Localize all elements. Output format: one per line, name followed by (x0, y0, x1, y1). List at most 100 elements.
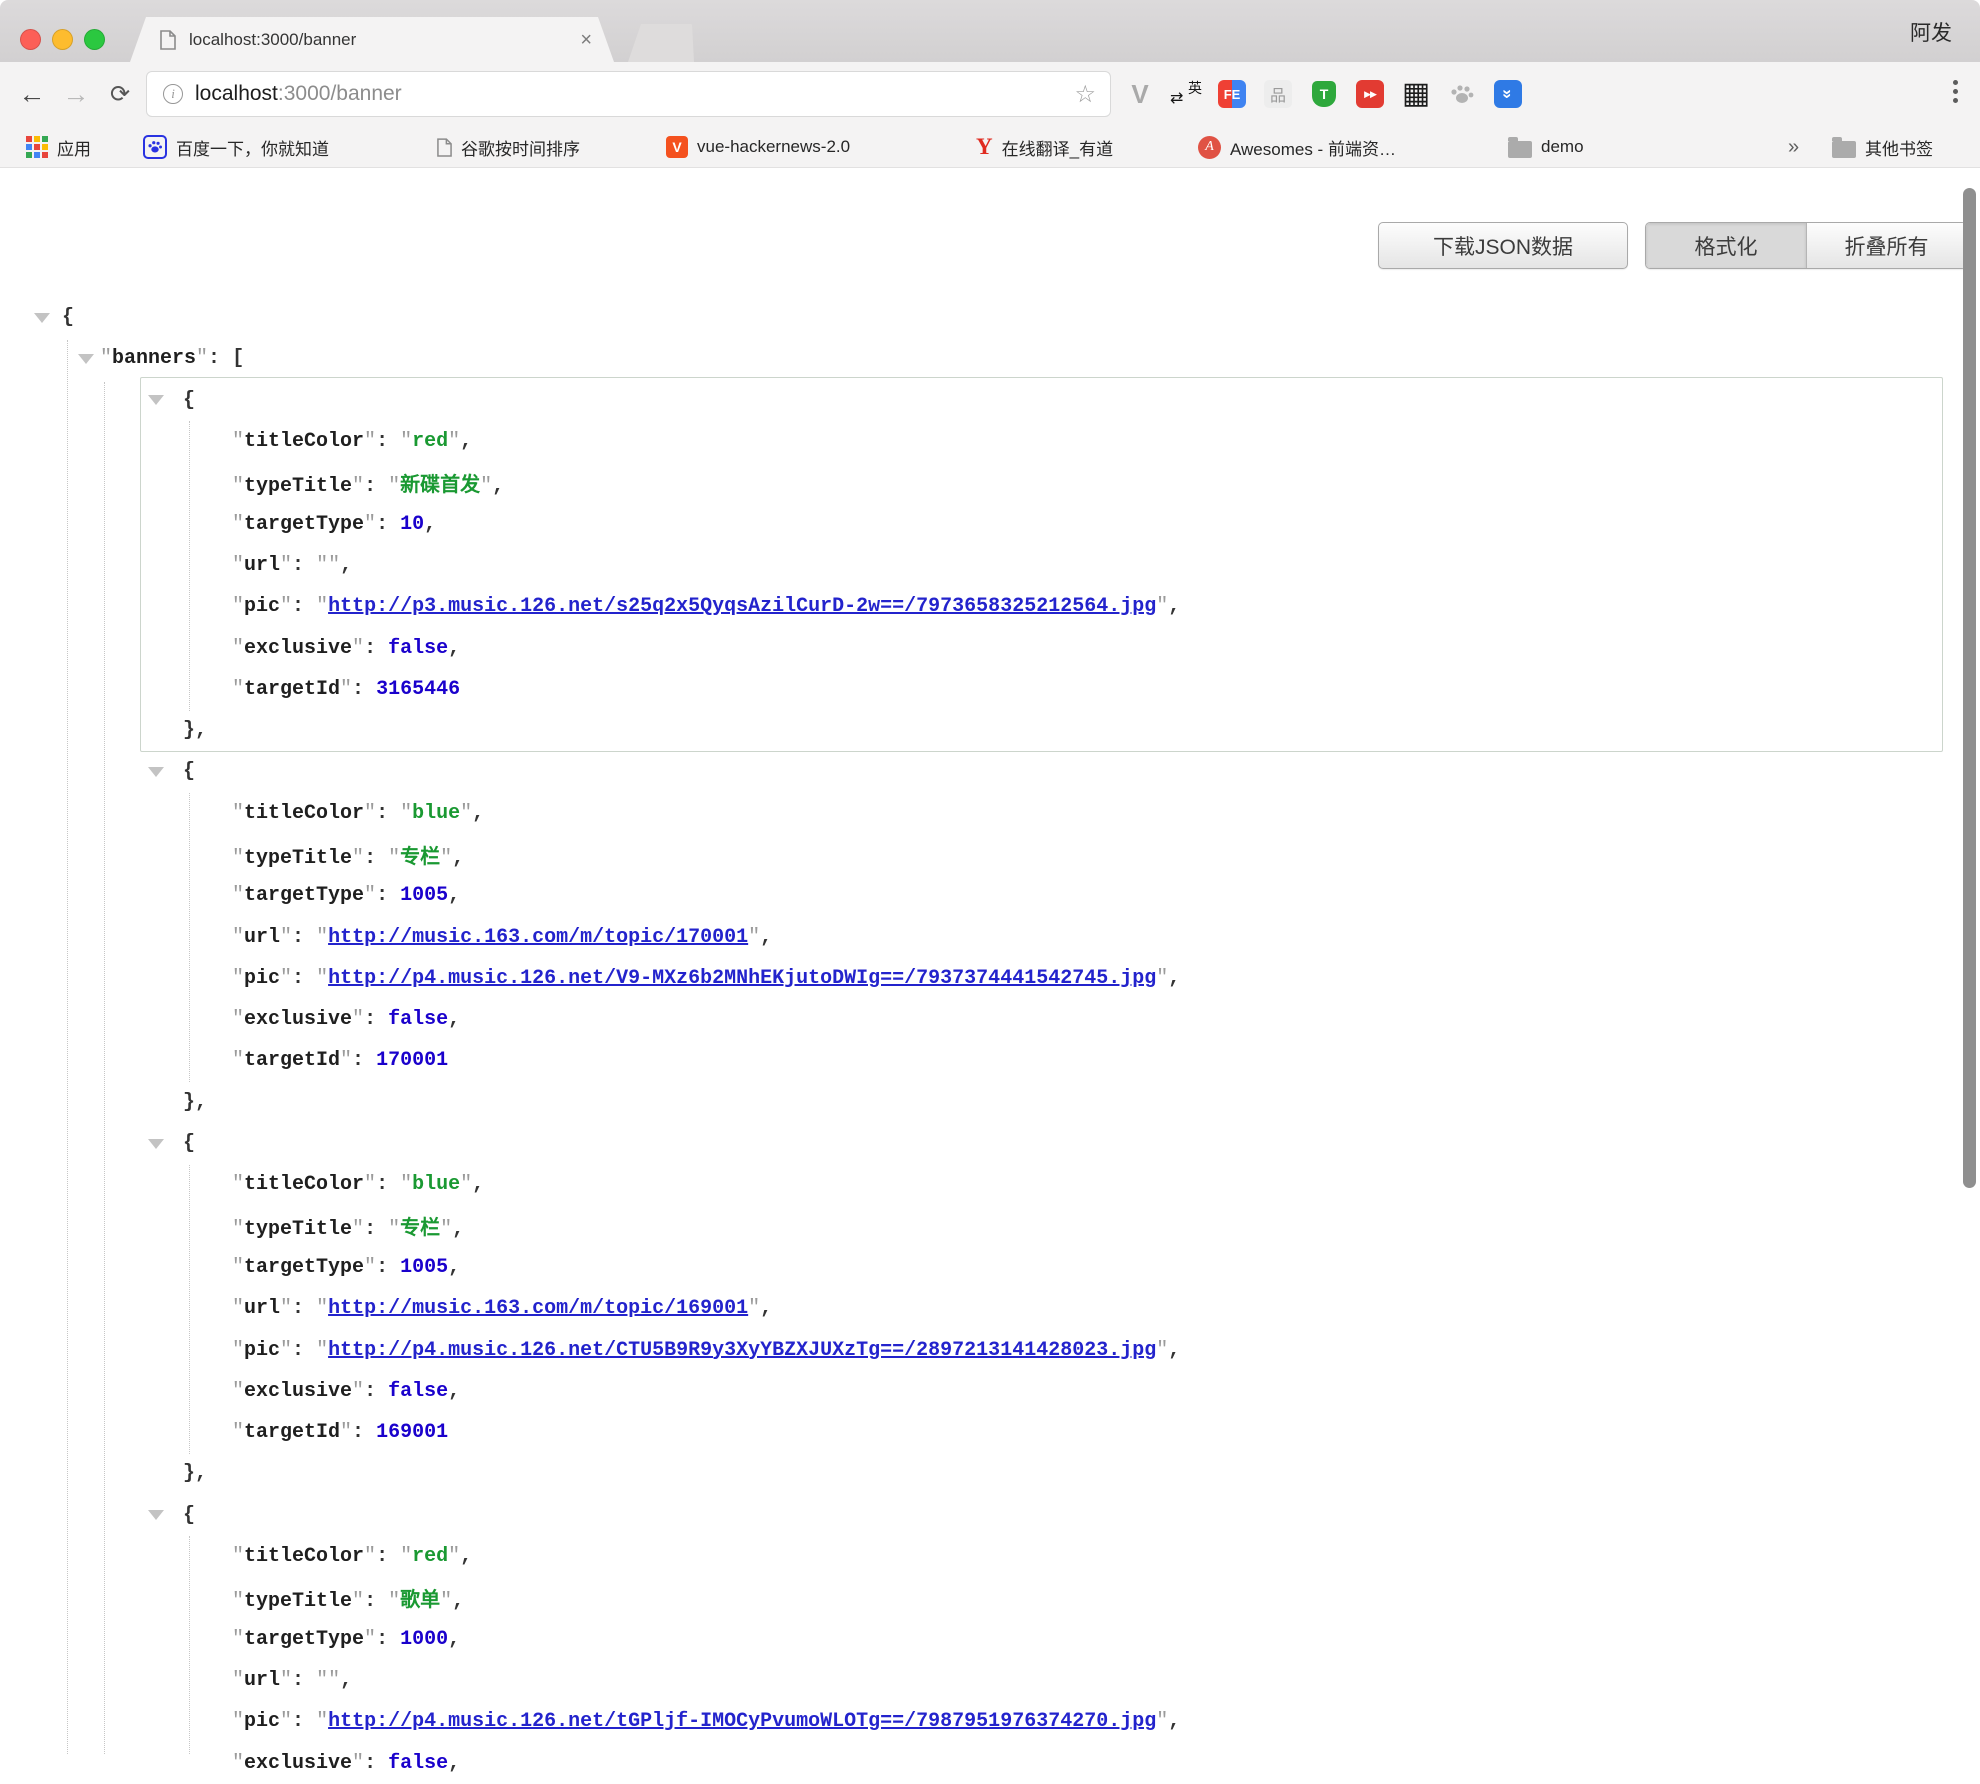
json-key: pic (244, 1339, 280, 1362)
collapse-toggle-icon[interactable] (78, 354, 94, 364)
json-key: exclusive (244, 637, 352, 660)
bookmark-apps[interactable]: 应用 (26, 126, 91, 168)
json-field-line: "titleColor": "red", (0, 421, 1960, 462)
json-key: pic (244, 967, 280, 990)
bookmark-youdao[interactable]: Y 在线翻译_有道 (976, 126, 1113, 168)
window-titlebar: localhost:3000/banner × 阿发 (0, 0, 1980, 62)
json-string-value: 专栏 (400, 1218, 440, 1241)
folder-icon (1508, 141, 1532, 158)
json-key: targetType (244, 1256, 364, 1279)
json-key: titleColor (244, 430, 364, 453)
profile-name[interactable]: 阿发 (1910, 17, 1952, 47)
bookmark-google-sort[interactable]: 谷歌按时间排序 (437, 126, 580, 168)
youdao-y-icon: Y (976, 134, 993, 160)
fast-forward-icon[interactable]: ▶▶ (1354, 78, 1386, 110)
json-number-value: 169001 (376, 1421, 448, 1444)
json-field-line: "titleColor": "blue", (0, 1164, 1960, 1205)
json-link-value[interactable]: http://p4.music.126.net/V9-MXz6b2MNhEKju… (328, 967, 1156, 990)
reload-icon[interactable]: ⟳ (100, 62, 140, 126)
json-link-value[interactable]: http://music.163.com/m/topic/169001 (328, 1297, 748, 1320)
json-root-line: { (0, 297, 1960, 338)
back-icon[interactable]: ← (12, 62, 52, 126)
tab-close-icon[interactable]: × (580, 30, 592, 50)
json-object-open-line: { (0, 1123, 1960, 1164)
json-field-line: "url": "http://music.163.com/m/topic/170… (0, 916, 1960, 957)
json-link-value[interactable]: http://p4.music.126.net/tGPljf-IMOCyPvum… (328, 1710, 1156, 1733)
json-key: url (244, 1297, 280, 1320)
bookmarks-bar: 应用 百度一下，你就知道 谷歌按时间排序 V vue-hackernews-2.… (0, 126, 1980, 168)
download-json-button[interactable]: 下载JSON数据 (1378, 222, 1628, 269)
collapse-all-button[interactable]: 折叠所有 (1806, 223, 1966, 268)
bookmark-vue-hackernews[interactable]: V vue-hackernews-2.0 (666, 126, 850, 168)
json-field-line: "targetType": 1005, (0, 875, 1960, 916)
json-key: targetId (244, 1421, 340, 1444)
youdao-translate-icon[interactable]: 英⇄ (1170, 78, 1202, 110)
json-field-line: "exclusive": false, (0, 1371, 1960, 1412)
other-bookmarks-folder[interactable]: 其他书签 (1832, 126, 1933, 168)
json-field-line: "pic": "http://p3.music.126.net/s25q2x5Q… (0, 586, 1960, 627)
json-link-value[interactable]: http://p3.music.126.net/s25q2x5QyqsAzilC… (328, 595, 1156, 618)
json-field-line: "typeTitle": "专栏", (0, 1206, 1960, 1247)
bookmark-awesomes[interactable]: A Awesomes - 前端资… (1198, 126, 1396, 168)
collapse-toggle-icon[interactable] (148, 1510, 164, 1520)
json-field-line: "pic": "http://p4.music.126.net/V9-MXz6b… (0, 958, 1960, 999)
bookmarks-overflow-chevron[interactable]: » (1788, 126, 1799, 168)
vertical-scrollbar[interactable] (1963, 188, 1976, 1188)
json-field-line: "url": "", (0, 545, 1960, 586)
browser-tab[interactable]: localhost:3000/banner × (130, 17, 614, 62)
json-key: typeTitle (244, 1218, 352, 1241)
json-field-line: "typeTitle": "新碟首发", (0, 462, 1960, 503)
json-field-line: "targetId": 170001 (0, 1040, 1960, 1081)
tampermonkey-shield-icon[interactable]: T (1308, 78, 1340, 110)
json-field-line: "exclusive": false, (0, 1742, 1960, 1783)
collapse-toggle-icon[interactable] (34, 313, 50, 323)
collapse-toggle-icon[interactable] (148, 395, 164, 405)
bookmark-star-icon[interactable]: ☆ (1074, 80, 1096, 109)
json-field-line: "targetType": 10, (0, 503, 1960, 544)
blue-chevron-icon[interactable]: » (1492, 78, 1524, 110)
json-key: titleColor (244, 1545, 364, 1568)
json-link-value[interactable]: http://music.163.com/m/topic/170001 (328, 926, 748, 949)
json-object-open-line: { (0, 1495, 1960, 1536)
json-key: typeTitle (244, 475, 352, 498)
browser-toolbar: ← → ⟳ i localhost:3000/banner ☆ V 英⇄ FE … (0, 62, 1980, 126)
minimize-window-button[interactable] (52, 29, 73, 50)
info-icon[interactable]: i (163, 84, 183, 104)
json-number-value: 10 (400, 513, 424, 536)
sitemap-icon[interactable]: 品 (1262, 78, 1294, 110)
json-key: targetType (244, 513, 364, 536)
format-button[interactable]: 格式化 (1646, 223, 1806, 268)
apps-grid-icon (26, 136, 48, 158)
json-key: titleColor (244, 802, 364, 825)
json-key: exclusive (244, 1380, 352, 1403)
fehelper-icon[interactable]: FE (1216, 78, 1248, 110)
paw-icon[interactable] (1446, 78, 1478, 110)
json-field-line: "typeTitle": "专栏", (0, 834, 1960, 875)
collapse-toggle-icon[interactable] (148, 1139, 164, 1149)
qr-code-icon[interactable]: ▦ (1400, 78, 1432, 110)
json-key: url (244, 1669, 280, 1692)
fullscreen-window-button[interactable] (84, 29, 105, 50)
close-window-button[interactable] (20, 29, 41, 50)
json-string-value: red (412, 430, 448, 453)
bookmark-baidu[interactable]: 百度一下，你就知道 (143, 126, 329, 168)
vue-devtools-icon[interactable]: V (1124, 78, 1156, 110)
json-key: url (244, 554, 280, 577)
json-field-line: "url": "http://music.163.com/m/topic/169… (0, 1288, 1960, 1329)
json-key: typeTitle (244, 847, 352, 870)
url-text[interactable]: localhost:3000/banner (195, 82, 402, 106)
json-string-value: blue (412, 802, 460, 825)
json-boolean-value: false (388, 1752, 448, 1775)
json-boolean-value: false (388, 1380, 448, 1403)
collapse-toggle-icon[interactable] (148, 767, 164, 777)
json-boolean-value: false (388, 1008, 448, 1031)
json-field-line: "url": "", (0, 1660, 1960, 1701)
bookmark-folder-demo[interactable]: demo (1508, 126, 1584, 168)
address-bar[interactable]: i localhost:3000/banner ☆ (146, 71, 1111, 117)
kebab-menu-icon[interactable] (1953, 80, 1958, 103)
forward-icon: → (56, 62, 96, 126)
new-tab-button[interactable] (628, 24, 694, 62)
json-key: targetType (244, 884, 364, 907)
json-key: targetId (244, 1049, 340, 1072)
json-link-value[interactable]: http://p4.music.126.net/CTU5B9R9y3XyYBZX… (328, 1339, 1156, 1362)
